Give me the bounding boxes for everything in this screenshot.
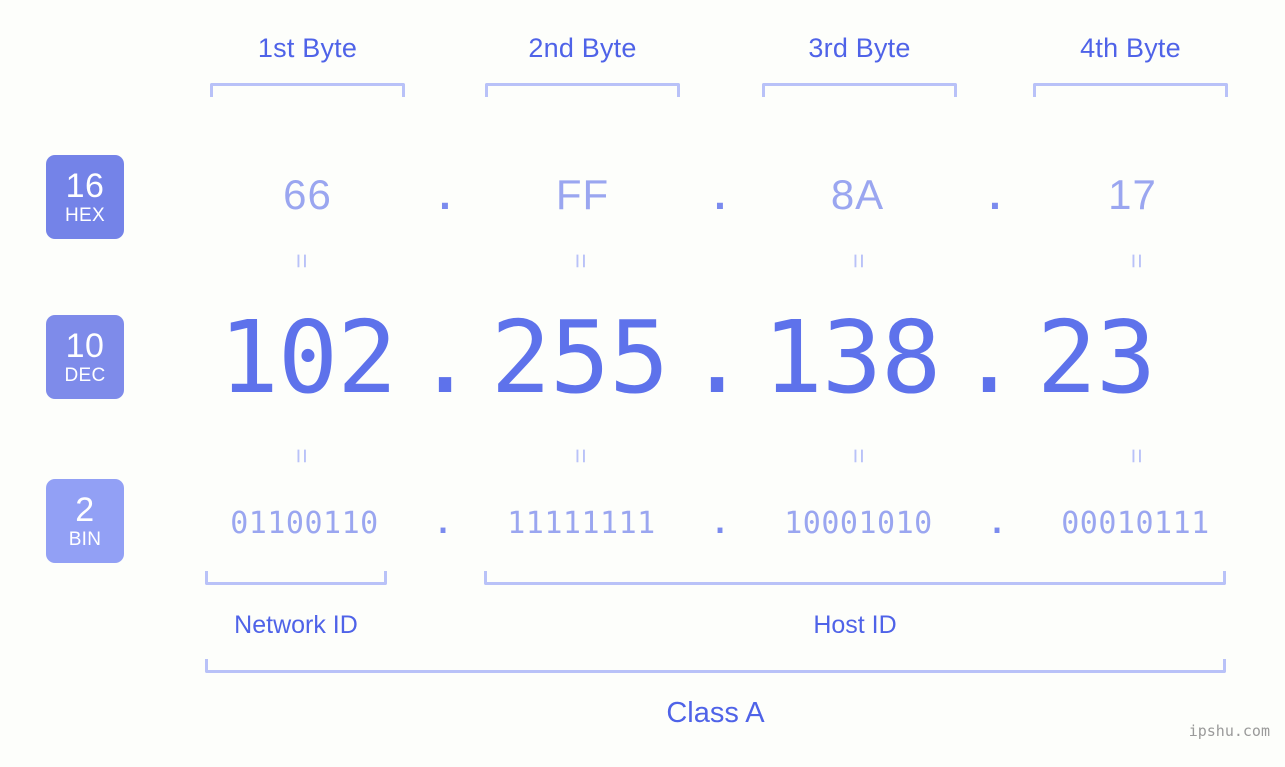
byte-header-2: 2nd Byte [528,33,637,63]
bin-octet-3: 10001010 [784,505,933,541]
dec-octet-4: 23 [1036,299,1156,416]
hex-separator-1: . [439,171,451,218]
bin-separator-2: . [710,505,730,541]
dec-value-row: 102 . 255 . 138 . 23 [150,295,1265,420]
bin-separator-1: . [433,505,453,541]
byte-bracket-3 [762,83,957,97]
byte-bracket-4 [1033,83,1228,97]
hex-octet-1: 66 [283,171,332,218]
class-bracket [205,659,1226,673]
hex-separator-2: . [714,171,726,218]
dec-octet-3: 138 [762,299,942,416]
equals-mark-hex-dec-3: = [844,253,874,269]
dec-base-tag: DEC [64,365,106,386]
bin-octet-2: 11111111 [507,505,656,541]
dec-octet-1: 102 [218,299,398,416]
dec-base-badge: 10 DEC [46,315,124,399]
hex-separator-3: . [989,171,1001,218]
equals-mark-dec-bin-2: = [566,448,596,464]
site-watermark: ipshu.com [1188,722,1270,740]
bin-base-number: 2 [75,491,95,529]
hex-base-tag: HEX [65,205,105,226]
equals-mark-dec-bin-3: = [844,448,874,464]
dec-separator-1: . [415,299,476,416]
hex-value-row: 66 . FF . 8A . 17 [150,155,1265,235]
hex-base-badge: 16 HEX [46,155,124,239]
byte-header-3: 3rd Byte [808,33,911,63]
equals-mark-dec-bin-4: = [1122,448,1152,464]
dec-separator-3: . [959,299,1020,416]
byte-bracket-1 [210,83,405,97]
hex-octet-3: 8A [830,171,885,218]
class-label: Class A [666,697,765,729]
dec-octet-2: 255 [490,299,670,416]
network-id-bracket [205,571,387,585]
host-id-bracket [484,571,1226,585]
bin-base-badge: 2 BIN [46,479,124,563]
byte-header-1: 1st Byte [257,33,358,63]
bin-value-row: 01100110 . 11111111 . 10001010 . 0001011… [150,495,1265,551]
bin-octet-4: 00010111 [1061,505,1210,541]
bin-separator-3: . [987,505,1007,541]
hex-octet-4: 17 [1108,171,1157,218]
network-id-label: Network ID [234,611,358,639]
dec-separator-2: . [687,299,748,416]
host-id-label: Host ID [813,611,897,639]
equals-mark-hex-dec-4: = [1122,253,1152,269]
hex-base-number: 16 [65,167,105,205]
ip-address-breakdown-diagram: 1st Byte 2nd Byte 3rd Byte 4th Byte 16 H… [0,0,1285,767]
equals-mark-hex-dec-2: = [566,253,596,269]
bin-octet-1: 01100110 [230,505,379,541]
byte-bracket-2 [485,83,680,97]
equals-mark-hex-dec-1: = [287,253,317,269]
byte-header-4: 4th Byte [1080,33,1181,63]
bin-base-tag: BIN [68,529,102,550]
equals-mark-dec-bin-1: = [287,448,317,464]
dec-base-number: 10 [65,327,105,365]
hex-octet-2: FF [555,171,610,218]
